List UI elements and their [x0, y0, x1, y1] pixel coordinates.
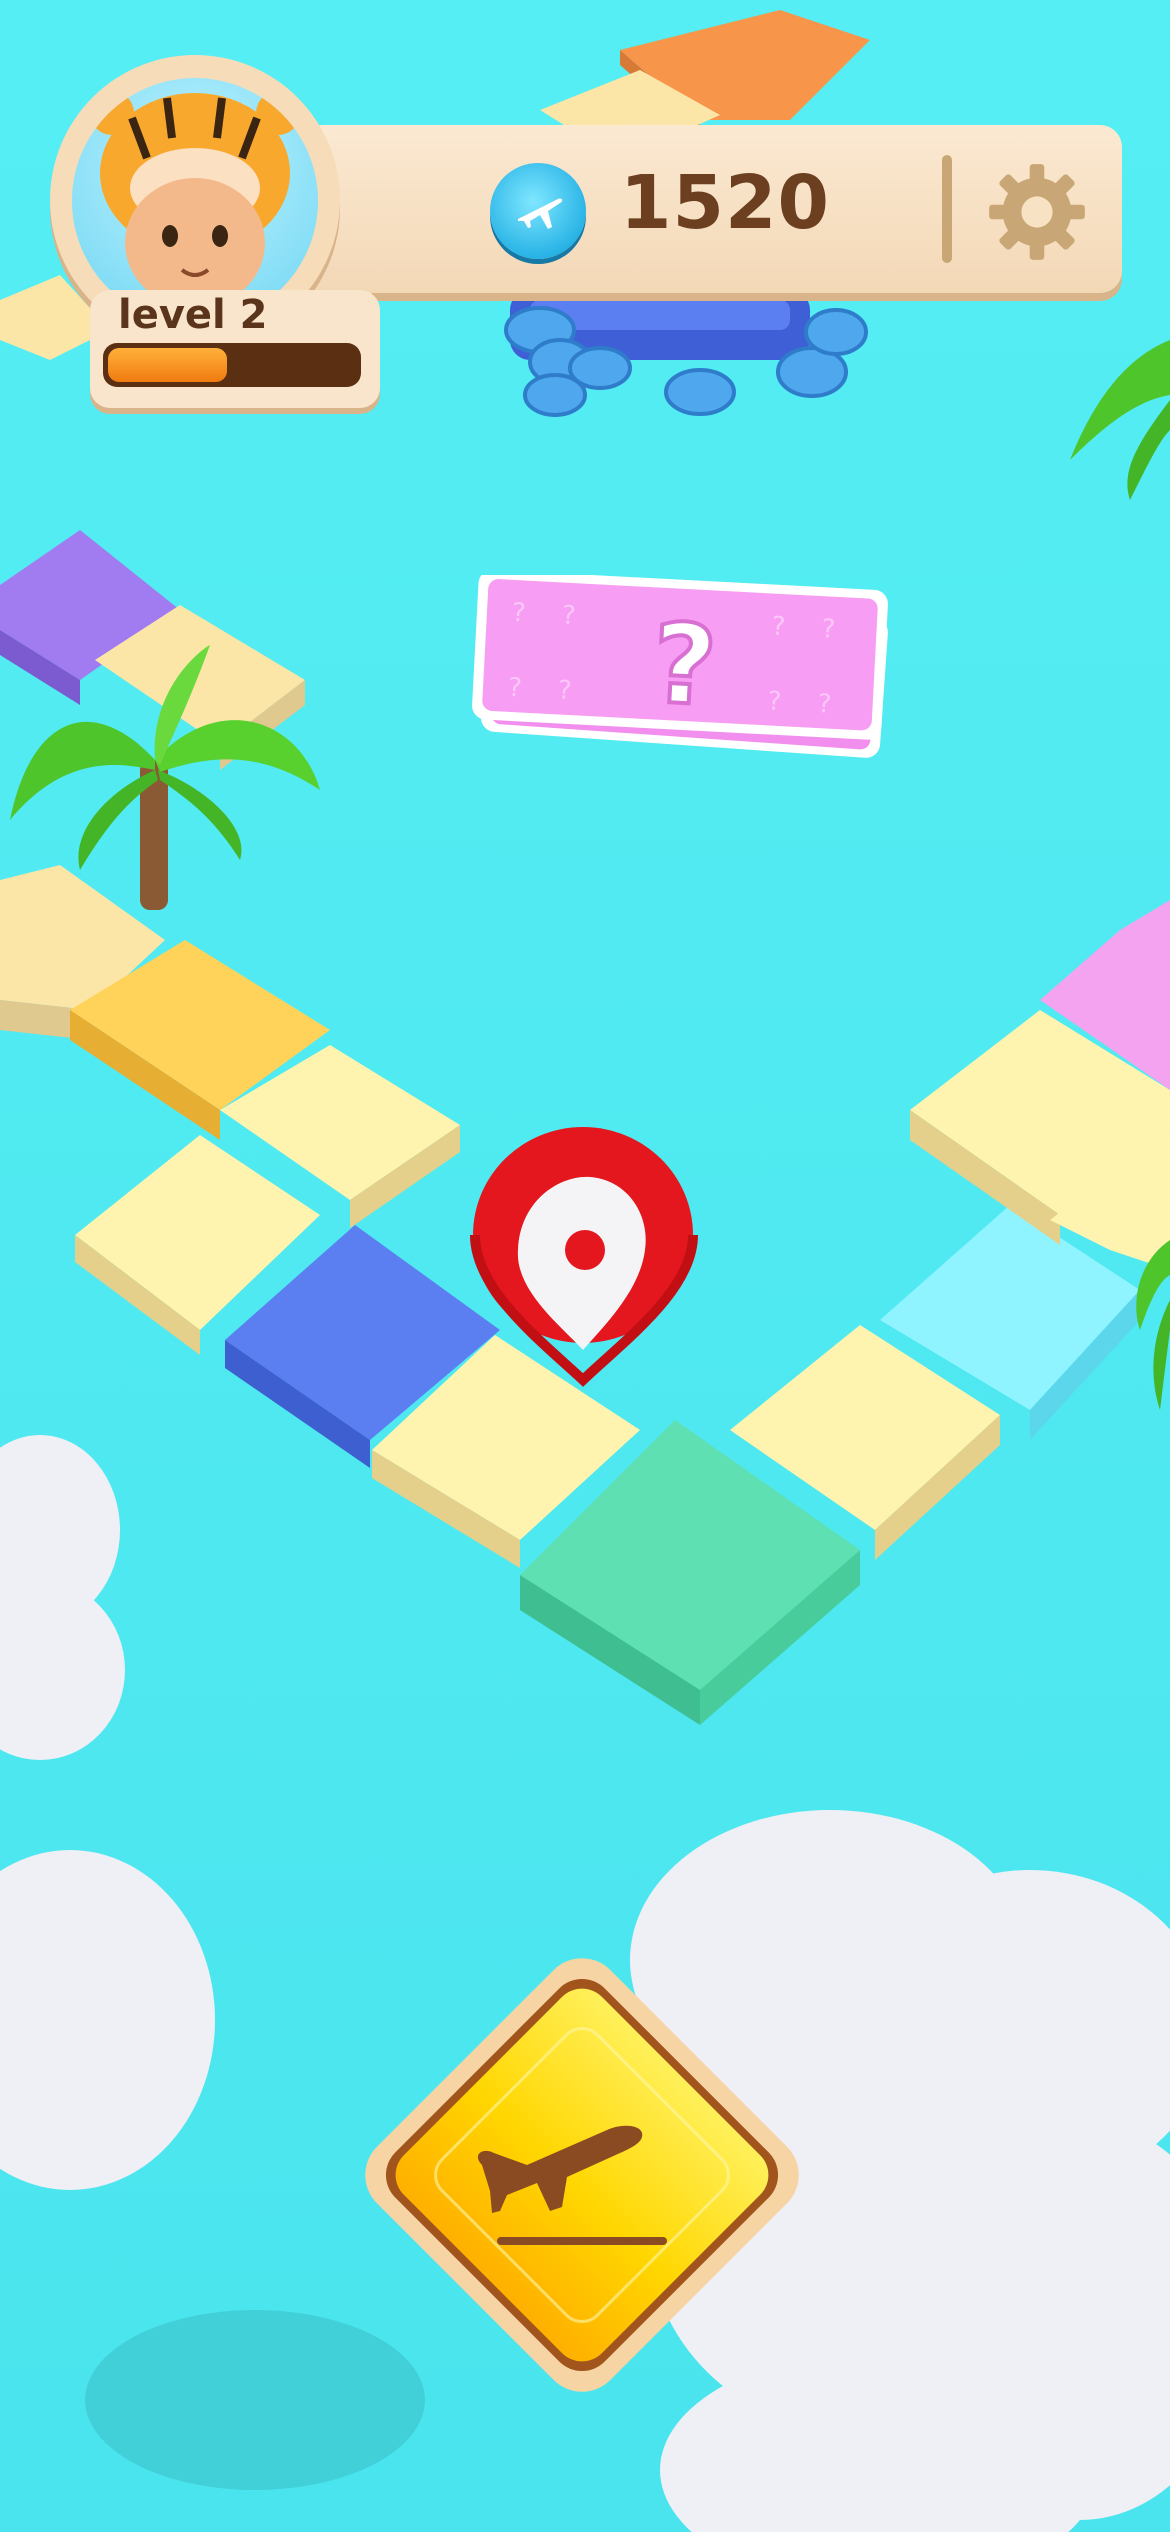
level-progress-bar [103, 343, 361, 387]
gear-icon[interactable] [985, 160, 1089, 264]
level-label: level 2 [118, 292, 268, 338]
fly-button[interactable] [322, 1915, 842, 2435]
coin-count: 1520 [620, 160, 830, 246]
svg-text:?: ? [821, 614, 836, 645]
level-progress-fill [108, 348, 227, 382]
svg-text:?: ? [511, 598, 526, 629]
divider [942, 155, 952, 263]
tiger-costume-avatar-icon [72, 78, 318, 324]
svg-text:?: ? [817, 689, 832, 720]
svg-text:?: ? [557, 675, 572, 706]
svg-text:?: ? [507, 673, 522, 704]
svg-text:?: ? [649, 599, 719, 730]
airplane-coin-icon [490, 163, 586, 259]
svg-text:?: ? [771, 612, 786, 643]
svg-text:?: ? [561, 601, 576, 632]
question-card-icon[interactable]: ? ? ? ? ? ? ? ? ? [470, 575, 900, 760]
svg-text:?: ? [767, 686, 782, 717]
